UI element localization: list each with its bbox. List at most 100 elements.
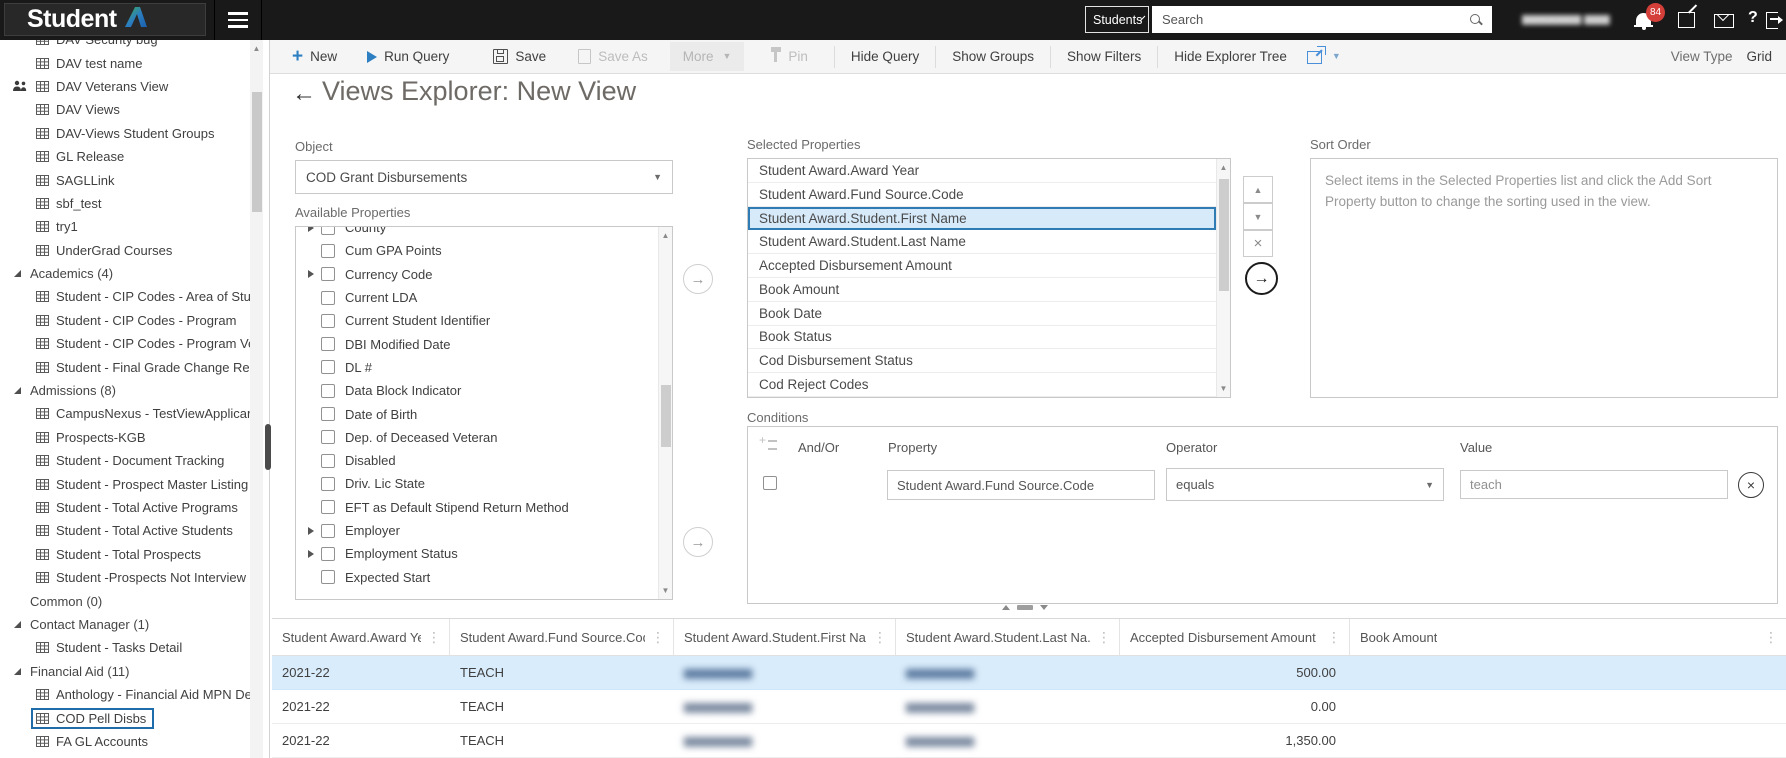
collapse-icon[interactable] xyxy=(14,387,21,395)
checkbox[interactable] xyxy=(321,546,335,561)
checkbox[interactable] xyxy=(321,407,335,422)
expand-up-icon[interactable] xyxy=(1002,605,1010,610)
sidebar-item[interactable]: CampusNexus - TestViewApplicar xyxy=(0,402,250,425)
checkbox[interactable] xyxy=(321,500,335,515)
sidebar-item-cod-pell-disbs[interactable]: COD Pell Disbs xyxy=(0,706,250,729)
property-row[interactable]: County xyxy=(296,227,658,239)
grid-row[interactable]: 2021-22 TEACH ▆▆▆▆▆▆▆▆▆ ▆▆▆▆▆▆▆▆▆ 0.00 xyxy=(272,690,1786,724)
property-row[interactable]: Cum GPA Points xyxy=(296,239,658,262)
property-row[interactable]: Employment Status xyxy=(296,542,658,565)
column-menu-icon[interactable]: ⋮ xyxy=(651,629,665,646)
scrollbar-thumb[interactable] xyxy=(1218,179,1229,291)
sidebar-group-academics[interactable]: Academics (4) xyxy=(0,262,250,285)
sidebar-item[interactable]: GL Release xyxy=(0,145,250,168)
open-external-icon[interactable] xyxy=(1306,46,1326,64)
remove-condition-button[interactable]: × xyxy=(1738,472,1764,498)
sidebar-group-admissions[interactable]: Admissions (8) xyxy=(0,379,250,402)
menu-icon[interactable] xyxy=(214,0,262,40)
condition-operator-select[interactable]: equals ▼ xyxy=(1166,468,1444,501)
checkbox[interactable] xyxy=(321,430,335,445)
checkbox[interactable] xyxy=(321,453,335,468)
selected-property-row[interactable]: Student Award.Award Year xyxy=(748,159,1216,183)
sidebar-item[interactable]: UnderGrad Courses xyxy=(0,239,250,262)
checkbox[interactable] xyxy=(321,360,335,375)
search-icon[interactable] xyxy=(1470,14,1480,24)
checkbox[interactable] xyxy=(321,337,335,352)
sidebar-item-shared[interactable]: DAV Veterans View xyxy=(0,75,250,98)
column-menu-icon[interactable]: ⋮ xyxy=(873,629,887,646)
sidebar-item[interactable]: Student - CIP Codes - Program xyxy=(0,309,250,332)
selected-property-row-active[interactable]: Student Award.Student.First Name xyxy=(748,206,1216,231)
property-row[interactable]: Current Student Identifier xyxy=(296,309,658,332)
checkbox[interactable] xyxy=(321,383,335,398)
help-icon[interactable]: ? xyxy=(1748,9,1758,27)
condition-checkbox[interactable] xyxy=(763,476,777,490)
sidebar-item[interactable]: Student - Document Tracking xyxy=(0,449,250,472)
selected-property-row[interactable]: Book Amount xyxy=(748,278,1216,302)
show-filters-button[interactable]: Show Filters xyxy=(1067,49,1141,64)
sidebar-item[interactable]: Student -Prospects Not Interview xyxy=(0,566,250,589)
sidebar-group-common[interactable]: Common (0) xyxy=(0,589,250,612)
checkbox[interactable] xyxy=(321,243,335,258)
column-header[interactable]: Student Award.Student.First Na... ⋮ xyxy=(674,619,896,655)
checkbox[interactable] xyxy=(321,313,335,328)
sidebar-item[interactable]: Student - Total Active Programs xyxy=(0,496,250,519)
save-button[interactable]: Save xyxy=(493,49,546,64)
mail-icon[interactable] xyxy=(1714,14,1734,28)
sidebar-item[interactable]: SAGLLink xyxy=(0,168,250,191)
property-row[interactable]: Disabled xyxy=(296,449,658,472)
sidebar-item[interactable]: Student - Total Active Students xyxy=(0,519,250,542)
scrollbar-thumb[interactable] xyxy=(251,92,262,212)
property-row[interactable]: DBI Modified Date xyxy=(296,332,658,355)
sidebar-item[interactable]: Student - Prospect Master Listing xyxy=(0,472,250,495)
selected-property-row[interactable]: Student Award.Student.Last Name xyxy=(748,230,1216,255)
checkbox[interactable] xyxy=(321,476,335,491)
scroll-up-icon[interactable]: ▲ xyxy=(1217,163,1230,172)
sidebar-item[interactable]: Student - Total Prospects xyxy=(0,543,250,566)
property-row[interactable]: Current LDA xyxy=(296,286,658,309)
sidebar-scrollbar[interactable]: ▲ xyxy=(250,40,263,758)
run-query-button[interactable]: Run Query xyxy=(367,49,449,64)
property-row[interactable]: Expected Start xyxy=(296,565,658,588)
property-row[interactable]: Dep. of Deceased Veteran xyxy=(296,426,658,449)
sidebar-item[interactable]: Prospects-KGB xyxy=(0,426,250,449)
compose-icon[interactable] xyxy=(1678,12,1695,28)
sidebar-group-financial-aid[interactable]: Financial Aid (11) xyxy=(0,660,250,683)
checkbox[interactable] xyxy=(321,523,335,538)
column-menu-icon[interactable]: ⋮ xyxy=(427,629,441,646)
list-scrollbar[interactable]: ▲ ▼ xyxy=(658,227,672,599)
hide-explorer-tree-button[interactable]: Hide Explorer Tree xyxy=(1174,49,1287,64)
expand-icon[interactable] xyxy=(308,270,314,279)
app-logo[interactable]: Student xyxy=(4,3,206,36)
scrollbar-thumb[interactable] xyxy=(660,385,671,447)
collapse-icon[interactable] xyxy=(14,667,21,675)
property-row[interactable]: EFT as Default Stipend Return Method xyxy=(296,496,658,519)
sort-order-panel[interactable]: Select items in the Selected Properties … xyxy=(1310,158,1778,398)
sidebar-item[interactable]: try1 xyxy=(0,215,250,238)
column-header[interactable]: Student Award.Award Year ⋮ xyxy=(272,619,450,655)
sidebar-item[interactable]: Student - Final Grade Change Rea xyxy=(0,355,250,378)
selected-property-row[interactable]: Accepted Disbursement Amount xyxy=(748,254,1216,278)
view-type-value[interactable]: Grid xyxy=(1746,49,1772,64)
remove-property-button[interactable]: × xyxy=(1243,230,1273,257)
checkbox[interactable] xyxy=(321,290,335,305)
sidebar-item[interactable]: FA GL Accounts xyxy=(0,730,250,753)
checkbox[interactable] xyxy=(321,570,335,585)
sidebar-group-contact-manager[interactable]: Contact Manager (1) xyxy=(0,613,250,636)
scroll-down-icon[interactable]: ▼ xyxy=(659,586,672,595)
move-up-button[interactable]: ▲ xyxy=(1243,176,1273,203)
show-groups-button[interactable]: Show Groups xyxy=(952,49,1034,64)
expand-icon[interactable] xyxy=(308,549,314,558)
logout-icon[interactable] xyxy=(1766,12,1783,29)
collapse-icon[interactable] xyxy=(14,620,21,628)
add-property-button[interactable]: → xyxy=(683,264,713,294)
scroll-up-icon[interactable]: ▲ xyxy=(659,231,672,240)
collapse-down-icon[interactable] xyxy=(1040,605,1048,610)
selected-property-row[interactable]: Cod Disbursement Status xyxy=(748,349,1216,374)
property-row[interactable]: Employer xyxy=(296,519,658,542)
sidebar-item[interactable]: DAV-Views Student Groups xyxy=(0,122,250,145)
checkbox[interactable] xyxy=(321,267,335,282)
condition-property-input[interactable]: Student Award.Fund Source.Code xyxy=(887,470,1155,500)
property-row[interactable]: Data Block Indicator xyxy=(296,379,658,402)
checkbox[interactable] xyxy=(321,227,335,235)
